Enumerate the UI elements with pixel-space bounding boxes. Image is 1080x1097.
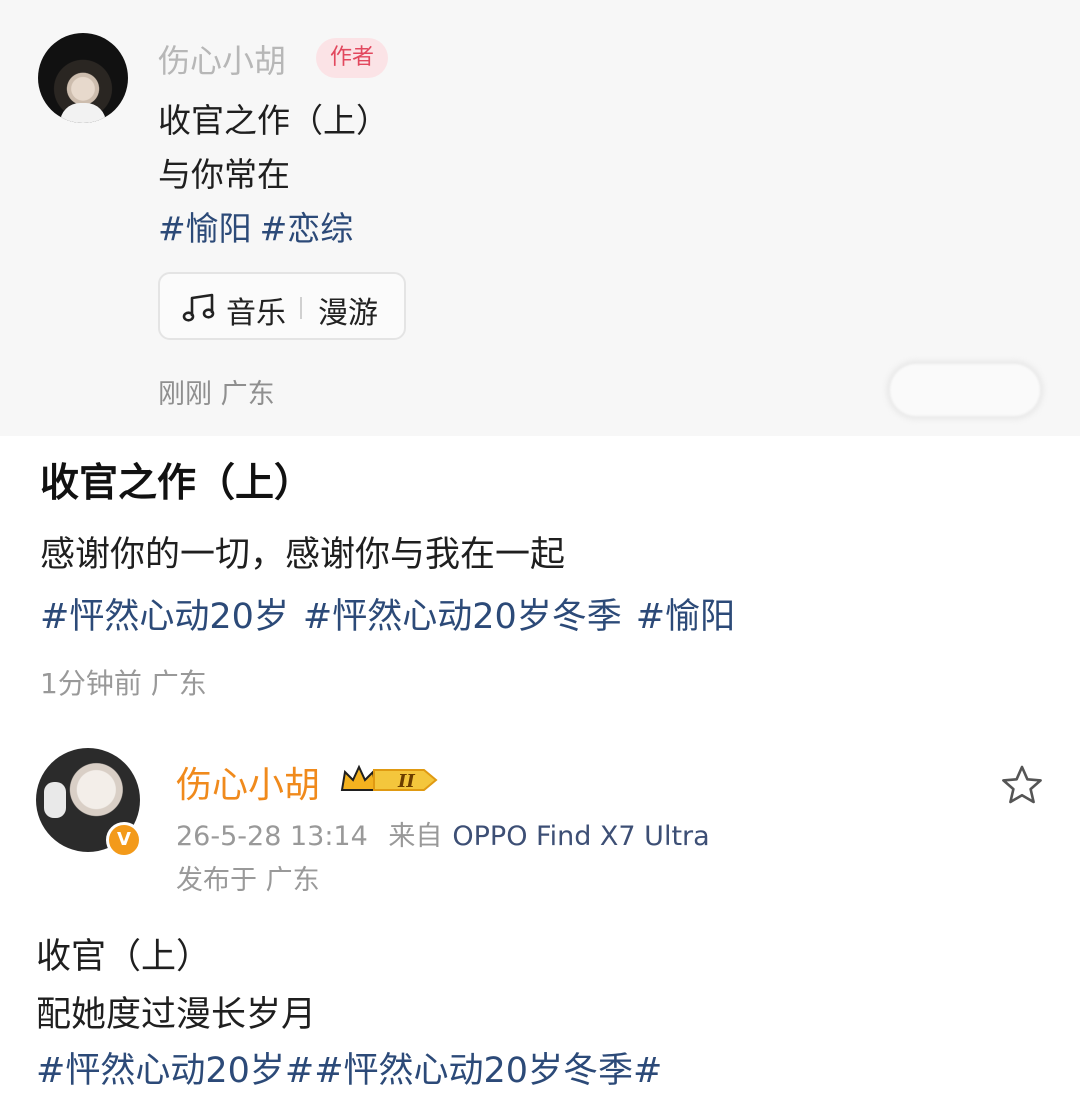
post-body: 感谢你的一切，感谢你与我在一起	[40, 535, 566, 575]
weibo-hashtags[interactable]: #怦然心动20岁##怦然心动20岁冬季#	[36, 1042, 662, 1093]
blurred-action-pill[interactable]	[890, 364, 1040, 416]
comment-hashtags: #愉阳 #恋综	[158, 202, 361, 250]
hashtag-link[interactable]: #怦然心动20岁冬季	[303, 597, 622, 637]
comment-text-line-2: 与你常在	[158, 155, 290, 194]
comment-author-avatar[interactable]	[38, 33, 128, 123]
music-chip[interactable]: 音乐 漫游	[158, 272, 406, 340]
weibo-username[interactable]: 伤心小胡	[176, 756, 320, 808]
comment-username[interactable]: 伤心小胡	[158, 36, 286, 82]
crown-level-icon[interactable]: II	[340, 762, 438, 798]
verified-v-icon: V	[106, 822, 142, 858]
chip-divider	[300, 297, 302, 319]
weibo-location: 发布于 广东	[176, 865, 320, 896]
comment-card: 伤心小胡 作者 收官之作（上） 与你常在 #愉阳 #恋综 音乐 漫游 刚刚 广东	[0, 0, 1080, 436]
source-prefix: 来自	[388, 821, 443, 852]
star-icon[interactable]	[1000, 764, 1044, 806]
hashtag-link[interactable]: #恋综	[260, 209, 354, 248]
music-label: 音乐	[226, 296, 286, 331]
hashtag-link[interactable]: #愉阳	[636, 597, 735, 637]
post-meta: 1分钟前 广东	[40, 667, 207, 700]
comment-text-line-1: 收官之作（上）	[158, 101, 389, 140]
hashtag-link[interactable]: #怦然心动20岁	[40, 597, 289, 637]
post-title: 收官之作（上）	[40, 461, 314, 506]
comment-meta: 刚刚 广东	[158, 379, 275, 410]
level-badge-text: II	[397, 771, 415, 792]
author-badge: 作者	[316, 38, 389, 78]
music-title: 漫游	[318, 296, 378, 331]
weibo-timestamp: 26-5-28 13:14	[176, 821, 368, 852]
device-link[interactable]: OPPO Find X7 Ultra	[452, 821, 709, 852]
post-hashtags: #怦然心动20岁 #怦然心动20岁冬季 #愉阳	[40, 588, 749, 639]
weibo-text-line-1: 收官（上）	[36, 937, 212, 977]
weibo-meta: 26-5-28 13:14 来自 OPPO Find X7 Ultra	[176, 814, 710, 853]
music-note-icon	[182, 293, 215, 322]
weibo-text-line-2: 配她度过漫长岁月	[36, 995, 317, 1035]
hashtag-link[interactable]: #愉阳	[158, 209, 252, 248]
